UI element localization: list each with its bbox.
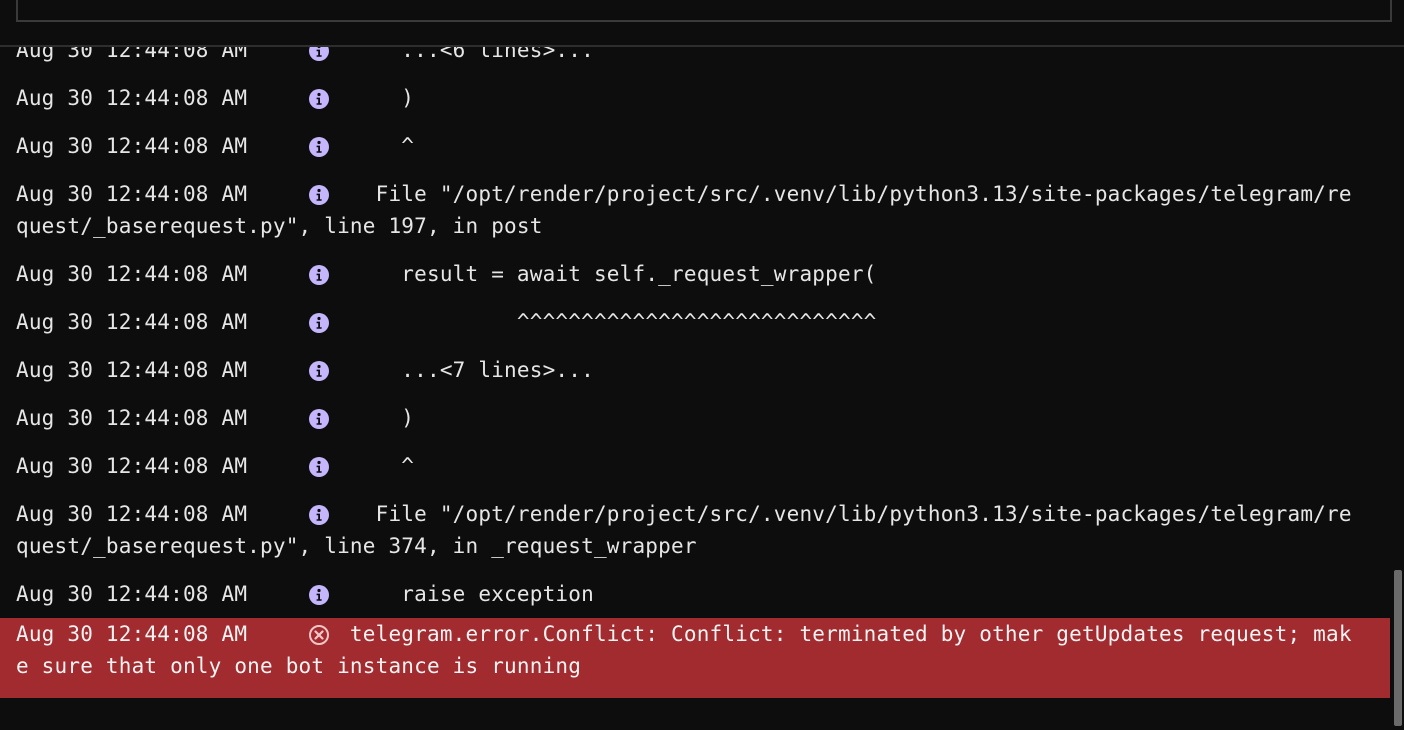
- log-timestamp: Aug 30 12:44:08 AM: [16, 86, 248, 110]
- log-row-error: Aug 30 12:44:08 AM telegram.error.Confli…: [0, 618, 1390, 698]
- log-row: Aug 30 12:44:08 AM raise exception: [0, 578, 1390, 610]
- log-text: ): [324, 86, 415, 110]
- scrollbar-thumb[interactable]: [1394, 570, 1402, 726]
- log-timestamp: Aug 30 12:44:08 AM: [16, 262, 248, 286]
- log-text: ...<7 lines>...: [324, 358, 594, 382]
- info-circle-icon: [308, 504, 329, 525]
- log-message: Aug 30 12:44:08 AM ...<7 lines>...: [16, 354, 1356, 386]
- log-timestamp: Aug 30 12:44:08 AM: [16, 406, 248, 430]
- log-text: ^^^^^^^^^^^^^^^^^^^^^^^^^^^^: [324, 310, 877, 334]
- log-text: ): [324, 406, 415, 430]
- log-message: Aug 30 12:44:08 AM telegram.error.Confli…: [16, 618, 1356, 682]
- info-circle-icon: [308, 456, 329, 477]
- log-message: Aug 30 12:44:08 AM result = await self._…: [16, 258, 1356, 290]
- log-row: Aug 30 12:44:08 AM File "/opt/render/pro…: [0, 178, 1390, 242]
- info-circle-icon: [308, 312, 329, 333]
- log-text: result = await self._request_wrapper(: [324, 262, 877, 286]
- log-row: Aug 30 12:44:08 AM ^: [0, 450, 1390, 482]
- info-circle-icon: [308, 408, 329, 429]
- log-timestamp: Aug 30 12:44:08 AM: [16, 358, 248, 382]
- log-row: Aug 30 12:44:08 AM result = await self._…: [0, 258, 1390, 290]
- info-circle-icon: [308, 88, 329, 109]
- log-message: Aug 30 12:44:08 AM ^: [16, 130, 1356, 162]
- log-row: Aug 30 12:44:08 AM ^: [0, 130, 1390, 162]
- log-row: Aug 30 12:44:08 AM ): [0, 82, 1390, 114]
- info-circle-icon: [308, 136, 329, 157]
- log-message: Aug 30 12:44:08 AM ): [16, 402, 1356, 434]
- error-x-circle-icon: [308, 624, 329, 645]
- log-message: Aug 30 12:44:08 AM ^: [16, 450, 1356, 482]
- log-message: Aug 30 12:44:08 AM File "/opt/render/pro…: [16, 498, 1356, 562]
- log-timestamp: Aug 30 12:44:08 AM: [16, 454, 248, 478]
- log-row: Aug 30 12:44:08 AM ...<7 lines>...: [0, 354, 1390, 386]
- header-divider: [0, 45, 1404, 47]
- log-row: Aug 30 12:44:08 AM ): [0, 402, 1390, 434]
- log-timestamp: Aug 30 12:44:08 AM: [16, 182, 248, 206]
- log-search-input[interactable]: [16, 0, 1392, 22]
- log-timestamp: Aug 30 12:44:08 AM: [16, 134, 248, 158]
- log-timestamp: Aug 30 12:44:08 AM: [16, 502, 248, 526]
- info-circle-icon: [308, 184, 329, 205]
- log-message: Aug 30 12:44:08 AM ): [16, 82, 1356, 114]
- log-viewer: Aug 30 12:44:08 AM ...<6 lines>... Aug 30…: [0, 0, 1404, 730]
- log-message: Aug 30 12:44:08 AM raise exception: [16, 578, 1356, 610]
- log-timestamp: Aug 30 12:44:08 AM: [16, 582, 248, 606]
- info-circle-icon: [308, 584, 329, 605]
- log-text: raise exception: [324, 582, 594, 606]
- log-timestamp: Aug 30 12:44:08 AM: [16, 622, 248, 646]
- log-row: Aug 30 12:44:08 AM ^^^^^^^^^^^^^^^^^^^^^…: [0, 306, 1390, 338]
- log-message: Aug 30 12:44:08 AM File "/opt/render/pro…: [16, 178, 1356, 242]
- log-text: ^: [324, 454, 415, 478]
- info-circle-icon: [308, 264, 329, 285]
- log-text: ^: [324, 134, 415, 158]
- log-list[interactable]: Aug 30 12:44:08 AM ...<6 lines>... Aug 30…: [0, 0, 1390, 730]
- log-timestamp: Aug 30 12:44:08 AM: [16, 310, 248, 334]
- log-row: Aug 30 12:44:08 AM File "/opt/render/pro…: [0, 498, 1390, 562]
- info-circle-icon: [308, 360, 329, 381]
- log-message: Aug 30 12:44:08 AM ^^^^^^^^^^^^^^^^^^^^^…: [16, 306, 1356, 338]
